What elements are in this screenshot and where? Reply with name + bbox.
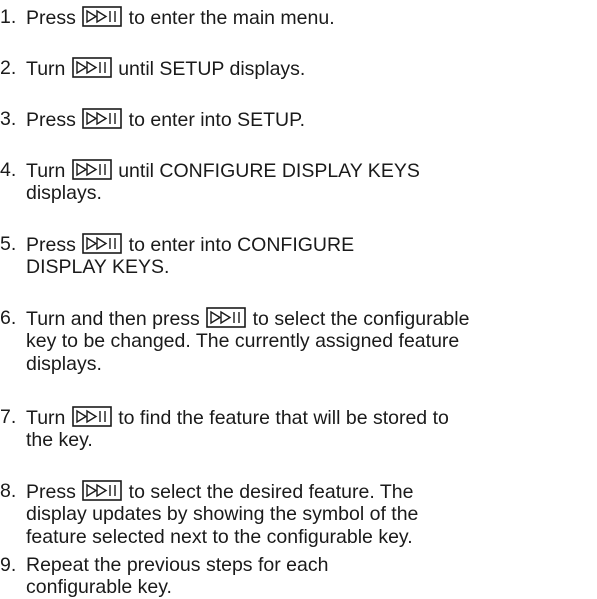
step-text-before-key: Press [26,109,82,131]
play-pause-key-icon [82,108,123,129]
play-pause-key-icon [71,159,112,180]
play-pause-key-icon [82,6,123,27]
step-text-before-key: Turn [26,407,71,429]
step-text-line: key to be changed. The currently assigne… [26,330,459,353]
step-text: DISPLAY KEYS. [26,256,170,278]
step-text: configurable key. [26,576,172,598]
step-text: displays. [26,353,102,375]
step-text-line: configurable key. [26,576,172,599]
step-text-line: Turn until SETUP displays. [26,57,305,81]
step-text-line: feature selected next to the configurabl… [26,526,413,549]
step-text-line: DISPLAY KEYS. [26,256,169,279]
step-text: feature selected next to the configurabl… [26,526,413,548]
step-text-line: displays. [26,182,102,205]
step-text-before-key: Turn [26,58,71,80]
step-text-before-key: Press [26,7,82,29]
step-text-after-key: until SETUP displays. [112,58,306,80]
step-text-line: Press to enter the main menu. [26,6,335,30]
step-text-line: Press to enter into SETUP. [26,108,305,132]
step-text-line: Repeat the previous steps for each [26,554,328,577]
step-text-after-key: to select the configurable [247,308,470,330]
step-text-line: Press to enter into CONFIGURE [26,233,354,257]
step-text-before-key: Press [26,234,82,256]
step-text-after-key: to enter the main menu. [123,7,335,29]
step-text-line: Press to select the desired feature. The [26,480,413,504]
step-text-line: Turn and then press to select the config… [26,307,469,331]
step-text-after-key: to find the feature that will be stored … [112,407,449,429]
play-pause-key-icon [71,406,112,427]
play-pause-key-icon [71,57,112,78]
step-text-line: Turn to find the feature that will be st… [26,406,449,430]
step-text-after-key: until CONFIGURE DISPLAY KEYS [112,160,420,182]
step-text-before-key: Press [26,481,82,503]
step-text-line: Turn until CONFIGURE DISPLAY KEYS [26,159,420,183]
step-text: the key. [26,429,93,451]
step-text-after-key: to enter into CONFIGURE [123,234,355,256]
step-text-before-key: Turn [26,160,71,182]
step-text-line: the key. [26,429,93,452]
step-text-after-key: to select the desired feature. The [123,481,414,503]
step-text-line: displays. [26,353,102,376]
step-text-before-key: Turn and then press [26,308,206,330]
play-pause-key-icon [82,233,123,254]
step-text: Repeat the previous steps for each [26,554,329,576]
play-pause-key-icon [82,480,123,501]
step-text: key to be changed. The currently assigne… [26,330,460,352]
play-pause-key-icon [206,307,247,328]
step-text: displays. [26,182,102,204]
step-text-after-key: to enter into SETUP. [123,109,306,131]
step-text-line: display updates by showing the symbol of… [26,503,418,526]
step-text: display updates by showing the symbol of… [26,503,419,525]
